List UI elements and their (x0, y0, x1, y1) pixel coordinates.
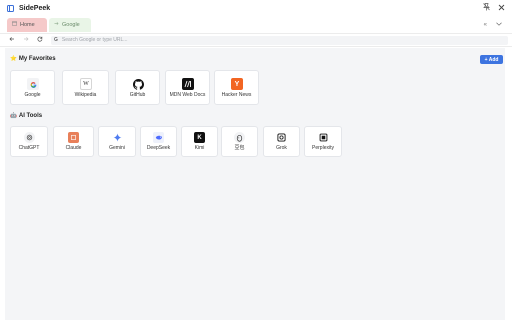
close-icon[interactable] (498, 4, 505, 13)
pin-icon[interactable] (483, 3, 490, 13)
ai-tool-label: 豆包 (234, 145, 245, 151)
arrow-right-icon (54, 21, 59, 28)
ai-card-kimi[interactable]: K Kimi (181, 126, 218, 157)
ai-card-doubao[interactable]: 豆包 (221, 126, 258, 157)
grok-icon (276, 132, 287, 143)
favorite-label: MDN Web Docs (169, 92, 206, 98)
claude-icon (68, 132, 79, 143)
favorite-label: Wikipedia (74, 92, 97, 98)
reload-icon[interactable] (37, 36, 43, 44)
favorite-card-google[interactable]: Google (10, 70, 55, 105)
google-icon (27, 78, 39, 90)
favorite-label: Hacker News (221, 92, 252, 98)
sidepeek-app: SidePeek Home Google « G Search Google o… (0, 0, 512, 320)
home-tab-icon (12, 21, 17, 28)
ai-card-grok[interactable]: Grok (263, 126, 300, 157)
ai-tool-label: Perplexity (312, 145, 334, 151)
favorite-card-mdn[interactable]: MDN Web Docs (165, 70, 210, 105)
title-bar: SidePeek (0, 0, 512, 16)
home-content: ⭐ My Favorites + Add Google W Wikipedia … (5, 48, 505, 320)
app-title: SidePeek (19, 4, 51, 12)
forward-icon[interactable] (23, 36, 29, 44)
ai-tool-label: Grok (276, 145, 287, 151)
address-bar: G Search Google or type URL... (0, 33, 512, 47)
deepseek-icon (153, 132, 164, 143)
perplexity-icon (318, 132, 329, 143)
tab-strip: Home Google « (0, 16, 512, 33)
tab-google-label: Google (62, 21, 80, 28)
ai-card-claude[interactable]: Claude (53, 126, 94, 157)
ai-card-gemini[interactable]: Gemini (98, 126, 136, 157)
add-favorite-button[interactable]: + Add (480, 55, 503, 64)
ai-card-chatgpt[interactable]: ChatGPT (10, 126, 48, 157)
chatgpt-icon (24, 132, 35, 143)
favorite-card-wikipedia[interactable]: W Wikipedia (62, 70, 109, 105)
url-placeholder: Search Google or type URL... (61, 37, 128, 43)
hacker-news-icon: Y (231, 78, 243, 90)
ai-tool-label: Claude (65, 145, 82, 151)
chevron-down-icon[interactable] (496, 22, 502, 28)
favorite-card-github[interactable]: GitHub (115, 70, 160, 105)
ai-tool-label: DeepSeek (146, 145, 171, 151)
favorites-title: My Favorites (18, 56, 56, 62)
mdn-icon (182, 78, 194, 90)
back-icon[interactable] (9, 36, 15, 44)
ai-card-perplexity[interactable]: Perplexity (304, 126, 342, 157)
collapse-tabs-icon[interactable]: « (484, 22, 487, 28)
star-icon: ⭐ (10, 56, 17, 62)
tab-home[interactable]: Home (7, 17, 47, 32)
favorite-card-hacker-news[interactable]: Y Hacker News (214, 70, 259, 105)
robot-icon: 🤖 (10, 113, 17, 119)
ai-card-deepseek[interactable]: DeepSeek (140, 126, 177, 157)
tab-google[interactable]: Google (49, 17, 91, 32)
search-engine-google-icon: G (54, 37, 58, 43)
ai-tool-label: Gemini (109, 145, 125, 151)
tab-home-label: Home (20, 21, 35, 28)
kimi-icon: K (194, 132, 205, 143)
github-icon (132, 78, 144, 90)
favorite-label: Google (24, 92, 41, 98)
favorite-label: GitHub (129, 92, 146, 98)
ai-tool-label: ChatGPT (18, 145, 40, 151)
favorites-heading: ⭐ My Favorites (10, 56, 56, 62)
url-input[interactable]: G Search Google or type URL... (51, 35, 508, 45)
sidebar-app-icon (7, 4, 14, 12)
doubao-icon (234, 132, 245, 143)
wikipedia-icon: W (80, 78, 92, 90)
ai-tools-title: AI Tools (18, 113, 43, 119)
gemini-icon (112, 132, 123, 143)
ai-tools-heading: 🤖 AI Tools (10, 113, 42, 119)
ai-tool-label: Kimi (194, 145, 205, 151)
